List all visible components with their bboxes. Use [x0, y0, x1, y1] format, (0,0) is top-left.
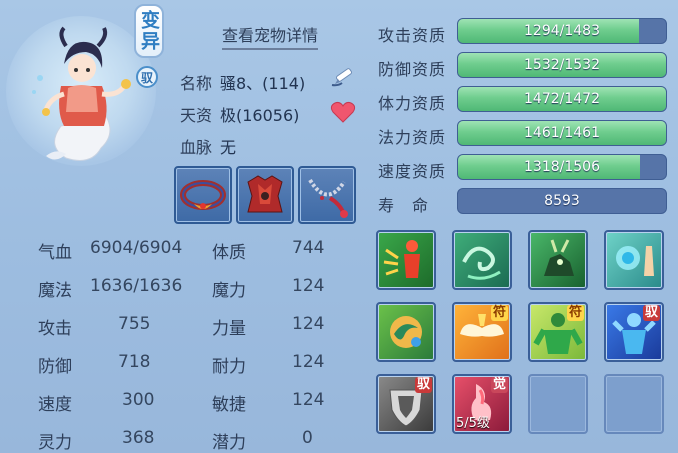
attr-value: 124: [292, 352, 325, 372]
necklace-icon: [308, 178, 348, 218]
attr-label: 敏捷: [212, 395, 246, 415]
beast-skill-icon: [544, 239, 574, 276]
attr-value: 368: [122, 428, 155, 448]
attr-label: 魔法: [38, 281, 72, 301]
talisman-tag: 符: [490, 305, 508, 321]
aptitude-label: 防御资质: [378, 60, 447, 79]
armor-icon: [247, 175, 283, 213]
empty-skill-slot[interactable]: [528, 374, 588, 434]
bloodline-value: 无: [220, 138, 237, 157]
skill-slot[interactable]: [528, 230, 588, 290]
skill-slot[interactable]: 觉 5/5级: [452, 374, 512, 434]
aptitude-bar: 1318/1506: [457, 154, 667, 180]
attr-label: 耐力: [212, 357, 246, 377]
mount-badge: 驭: [136, 66, 158, 88]
skill-slot[interactable]: [452, 230, 512, 290]
skill-slot[interactable]: 驭: [376, 374, 436, 434]
equipment-slot-collar[interactable]: [174, 166, 232, 224]
attr-label: 体质: [212, 243, 246, 263]
aptitude-value: 1461/1461: [524, 125, 600, 141]
attr-value: 124: [292, 276, 325, 296]
attr-value: 0: [302, 428, 313, 448]
skill-slot[interactable]: 符: [452, 302, 512, 362]
attr-label: 魔力: [212, 281, 246, 301]
aptitude-label: 法力资质: [378, 128, 447, 147]
aptitude-label: 体力资质: [378, 94, 447, 113]
attr-label: 灵力: [38, 433, 72, 453]
aptitude-bar: 1294/1483: [457, 18, 667, 44]
attr-value: 1636/1636: [90, 276, 183, 296]
pet-name-value: 骚8、(114): [220, 74, 306, 93]
aptitude-bar: 1472/1472: [457, 86, 667, 112]
aptitude-bar: 1461/1461: [457, 120, 667, 146]
heart-icon[interactable]: [330, 100, 356, 124]
aptitude-value: 1294/1483: [524, 23, 600, 39]
mount-tag: 驭: [642, 305, 660, 321]
skill-slot[interactable]: [376, 230, 436, 290]
skill-slot[interactable]: 驭: [604, 302, 664, 362]
attr-label: 攻击: [38, 319, 72, 339]
attr-label: 防御: [38, 357, 72, 377]
awaken-level: 5/5级: [456, 416, 490, 431]
aptitude-value: 1532/1532: [524, 57, 600, 73]
wind-spiral-skill-icon: [462, 246, 501, 280]
aptitude-label: 攻击资质: [378, 26, 447, 45]
attr-value: 124: [292, 390, 325, 410]
talisman-tag: 符: [566, 305, 584, 321]
attr-label: 力量: [212, 319, 246, 339]
collar-icon: [180, 180, 226, 210]
attr-value: 755: [118, 314, 151, 334]
lifespan-label: 寿 命: [378, 196, 430, 215]
bloodline-label: 血脉: [180, 138, 213, 157]
attr-value: 6904/6904: [90, 238, 183, 258]
aptitude-value: 1318/1506: [524, 159, 600, 175]
skill-slot[interactable]: [604, 230, 664, 290]
talent-value: 极(16056): [220, 106, 300, 125]
warrior-skill-icon: [383, 240, 420, 278]
empty-skill-slot[interactable]: [604, 374, 664, 434]
talent-label: 天资: [180, 106, 213, 125]
mount-tag: 驭: [414, 377, 432, 393]
swirl-skill-icon: [390, 316, 422, 348]
attr-value: 718: [118, 352, 151, 372]
aptitude-label: 速度资质: [378, 162, 447, 181]
skill-slot[interactable]: 符: [528, 302, 588, 362]
rename-pencil-icon[interactable]: [330, 64, 358, 88]
attr-label: 速度: [38, 395, 72, 415]
attr-label: 潜力: [212, 433, 246, 453]
transform-badge-text: 变异: [138, 10, 160, 52]
orb-hand-skill-icon: [616, 246, 654, 276]
awaken-tag: 觉: [490, 377, 508, 393]
mount-badge-text: 驭: [140, 70, 153, 85]
lifespan-bar: 8593: [457, 188, 667, 214]
equipment-slot-armor[interactable]: [236, 166, 294, 224]
name-label: 名称: [180, 74, 213, 93]
transform-badge: 变异: [134, 4, 164, 58]
attr-label: 气血: [38, 243, 72, 263]
lifespan-value: 8593: [544, 193, 580, 209]
skill-slot[interactable]: [376, 302, 436, 362]
view-pet-details-link[interactable]: 查看宠物详情: [222, 22, 319, 50]
equipment-slot-necklace[interactable]: [298, 166, 356, 224]
attr-value: 124: [292, 314, 325, 334]
aptitude-bar: 1532/1532: [457, 52, 667, 78]
attr-value: 744: [292, 238, 325, 258]
aptitude-value: 1472/1472: [524, 91, 600, 107]
attr-value: 300: [122, 390, 155, 410]
